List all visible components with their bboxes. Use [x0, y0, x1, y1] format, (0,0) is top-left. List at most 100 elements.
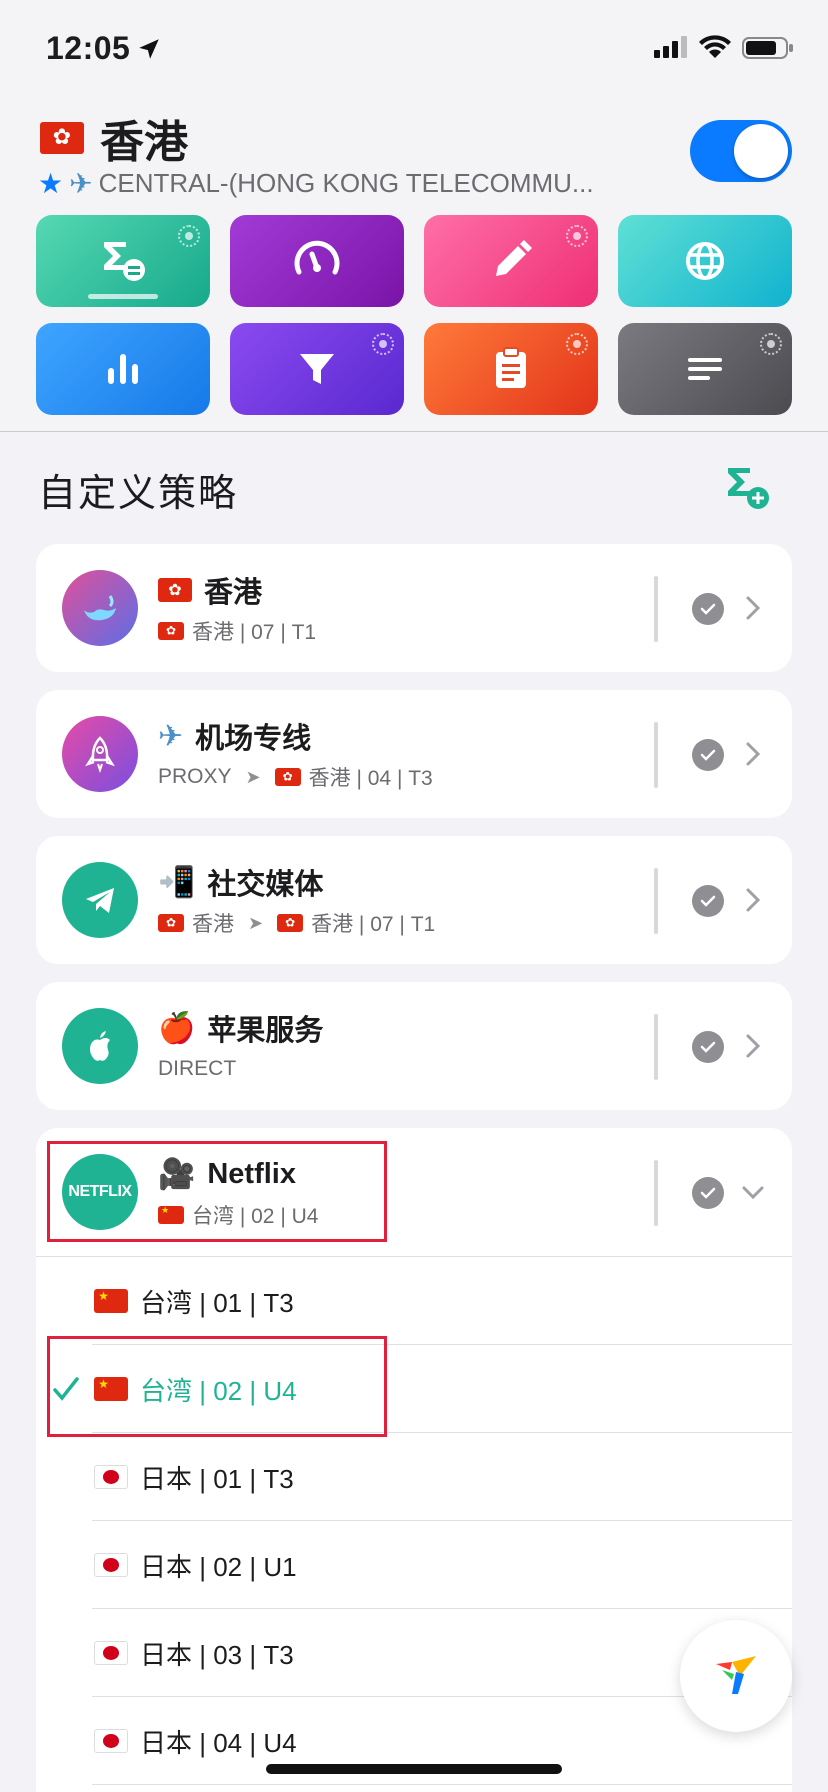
check-circle-icon[interactable] [692, 739, 724, 771]
add-policy-group-icon[interactable] [722, 462, 772, 512]
check-circle-icon[interactable] [692, 885, 724, 917]
app-logo-icon [716, 1656, 756, 1694]
tile-policy-groups[interactable] [36, 215, 210, 307]
policy-card-netflix-expanded: NETFLIX 🎥 Netflix 台湾 | 02 | U4 台湾 | 01 |… [36, 1128, 792, 1792]
chevron-right-icon[interactable] [742, 740, 764, 768]
bar-chart-icon [108, 354, 138, 384]
policy-name-text: 苹果服务 [207, 1015, 324, 1047]
policy-current-node: 香港 | 07 | T1 [158, 616, 316, 646]
node-option-label: 台湾 | 01 | T3 [94, 1257, 294, 1345]
node-option[interactable]: 台湾 | 01 | T3 [36, 1257, 792, 1345]
hong-kong-flag-icon [40, 122, 84, 154]
china-flag-icon [94, 1289, 128, 1313]
china-flag-icon [94, 1377, 128, 1401]
chevron-right-icon[interactable] [742, 594, 764, 622]
clipboard-icon [496, 347, 526, 388]
speedometer-icon [294, 240, 340, 275]
current-node-text: DIRECT [158, 1057, 237, 1080]
proxy-toggle[interactable] [690, 120, 792, 182]
check-circle-icon[interactable] [692, 593, 724, 625]
policy-name: 🍎 苹果服务 [158, 1008, 323, 1048]
page-title: 香港 [100, 118, 188, 167]
hong-kong-flag-icon [158, 622, 184, 640]
node-option-label: 日本 | 02 | U1 [94, 1521, 297, 1609]
tile-requests[interactable] [424, 323, 598, 415]
pencil-icon [496, 240, 532, 276]
current-node-text: 香港 | 04 | T3 [308, 767, 433, 790]
policy-name: 🎥 Netflix [158, 1154, 296, 1194]
policy-name: 📲 社交媒体 [158, 862, 323, 902]
divider [654, 1160, 658, 1226]
battery-icon [742, 37, 793, 59]
selected-underline [88, 294, 158, 299]
star-icon: ★ [38, 166, 64, 200]
tile-rules-filter[interactable] [230, 323, 404, 415]
tile-edit-config[interactable] [424, 215, 598, 307]
tile-speed-test[interactable] [230, 215, 404, 307]
node-option[interactable]: 日本 | 03 | T3 [36, 1609, 792, 1697]
tile-logs[interactable] [618, 323, 792, 415]
check-circle-icon[interactable] [692, 1177, 724, 1209]
apple-icon [90, 1031, 110, 1061]
japan-flag-icon [94, 1553, 128, 1577]
list-lines-icon [688, 358, 722, 380]
china-flag-icon [158, 1206, 184, 1224]
location-arrow-icon [139, 39, 159, 59]
divider [654, 722, 658, 788]
current-node-subtitle: ★ ✈ CENTRAL-(HONG KONG TELECOMMU... [38, 165, 628, 201]
node-option[interactable]: 日本 | 02 | U1 [36, 1521, 792, 1609]
node-name: 日本 | 04 | U4 [140, 1727, 297, 1758]
policy-card-hongkong[interactable]: 香港 香港 | 07 | T1 [36, 544, 792, 672]
policy-card-netflix[interactable]: NETFLIX 🎥 Netflix 台湾 | 02 | U4 [36, 1128, 792, 1256]
tile-indicator [566, 225, 588, 247]
policy-current-node: 台湾 | 02 | U4 [158, 1200, 318, 1230]
top-panel: 12:05 香港 ★ ✈ CENTRAL-(HONG KONG TELECOMM… [0, 0, 828, 432]
apple-avatar [62, 1008, 138, 1084]
tile-indicator [372, 333, 394, 355]
japan-flag-icon [94, 1641, 128, 1665]
node-name: 台湾 | 01 | T3 [140, 1287, 294, 1318]
check-circle-icon[interactable] [692, 1031, 724, 1063]
checkmark-icon [53, 1377, 79, 1401]
hong-kong-flag-icon [158, 914, 184, 932]
netflix-logo: NETFLIX [68, 1183, 132, 1200]
airplane-icon: ✈ [69, 166, 93, 200]
policy-card-apple[interactable]: 🍎 苹果服务 DIRECT [36, 982, 792, 1110]
node-option-label: 日本 | 01 | T3 [94, 1433, 294, 1521]
hong-kong-flag-icon [274, 768, 301, 786]
policy-name: 香港 [158, 570, 262, 610]
policy-card-airport[interactable]: ✈ 机场专线 PROXY ➤ 香港 | 04 | T3 [36, 690, 792, 818]
japan-flag-icon [94, 1465, 128, 1489]
policy-card-social[interactable]: 📲 社交媒体 香港 ➤ 香港 | 07 | T1 [36, 836, 792, 964]
globe-icon [686, 242, 724, 280]
tile-network[interactable] [618, 215, 792, 307]
hong-kong-flag-icon [158, 578, 192, 602]
chevron-right-icon[interactable] [742, 1032, 764, 1060]
rocket-icon [85, 736, 115, 774]
node-option[interactable]: 日本 | 01 | T3 [36, 1433, 792, 1521]
arrow-right-icon: ➤ [245, 766, 261, 787]
filter-icon [300, 354, 334, 384]
floating-action-button[interactable] [680, 1620, 792, 1732]
policy-current-node: PROXY ➤ 香港 | 04 | T3 [158, 762, 433, 792]
divider [654, 868, 658, 934]
telegram-avatar [62, 862, 138, 938]
tile-statistics[interactable] [36, 323, 210, 415]
whale-avatar [62, 570, 138, 646]
node-name: 日本 | 01 | T3 [140, 1463, 294, 1494]
home-indicator[interactable] [266, 1764, 562, 1774]
tile-indicator [566, 333, 588, 355]
parent-node-text: PROXY [158, 765, 232, 788]
policy-name-text: 机场专线 [195, 723, 312, 755]
node-option-selected[interactable]: 台湾 | 02 | U4 [36, 1345, 792, 1433]
policy-group-icon [104, 242, 145, 281]
policy-name-text: 社交媒体 [207, 869, 324, 901]
policy-current-node: 香港 ➤ 香港 | 07 | T1 [158, 908, 435, 938]
chevron-down-icon[interactable] [742, 1178, 764, 1206]
node-option-label: 日本 | 03 | T3 [94, 1609, 294, 1697]
divider [92, 1784, 792, 1785]
policy-name: ✈ 机场专线 [158, 716, 311, 756]
telegram-icon [86, 888, 114, 913]
current-node-text: 香港 | 07 | T1 [192, 621, 317, 644]
chevron-right-icon[interactable] [742, 886, 764, 914]
